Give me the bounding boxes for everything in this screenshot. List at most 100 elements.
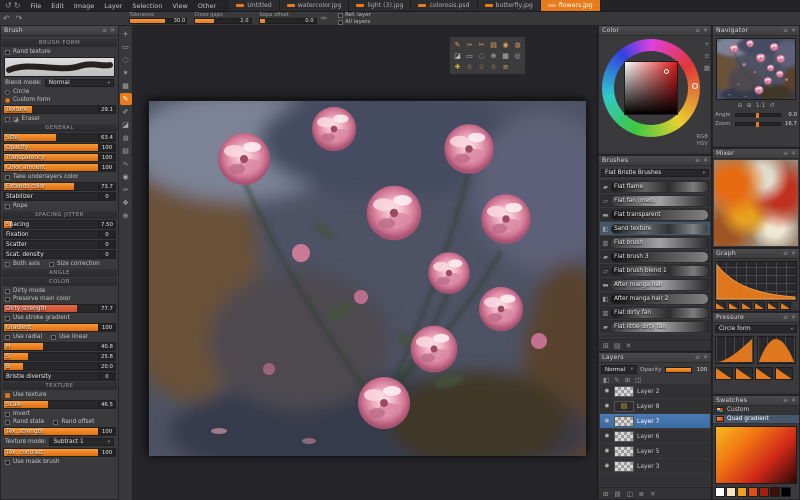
menu-view[interactable]: View xyxy=(167,0,192,11)
hue-marker[interactable] xyxy=(692,83,698,89)
slider-texture[interactable]: Texture29.1 xyxy=(3,105,116,114)
slider-fixation[interactable]: Fixation0 xyxy=(3,230,116,239)
hand-tool[interactable]: ✥ xyxy=(120,197,132,209)
slider-s[interactable]: S25.8 xyxy=(3,352,116,361)
slider-b[interactable]: B20.0 xyxy=(3,362,116,371)
canvas-area[interactable]: ✎✑✂▤◉◍◪▭◌⊕▦◎✚☆☆☆≡ xyxy=(133,25,598,500)
panel-close-icon[interactable]: ✕ xyxy=(703,157,708,164)
zoom-out-icon[interactable]: ⊖ xyxy=(738,102,743,109)
panel-close-icon[interactable]: ✕ xyxy=(791,397,796,404)
menu-file[interactable]: File xyxy=(25,0,46,11)
visibility-eye-icon[interactable]: ◉ xyxy=(603,388,611,394)
lock-pixels-icon[interactable]: ✎ xyxy=(614,376,619,384)
section-color[interactable]: COLOR xyxy=(2,278,117,286)
radio-custom-form[interactable]: Custom form xyxy=(5,96,114,104)
brush-item-after-manga-hair-2[interactable]: ◧After manga hair 2 xyxy=(600,292,710,306)
redo-icon[interactable]: ↷ xyxy=(13,14,26,23)
lock-transparency-icon[interactable]: ◧ xyxy=(603,376,609,384)
history-back-icon[interactable]: ↺ xyxy=(5,1,12,10)
eyedropper-tool[interactable]: ✑ xyxy=(120,184,132,196)
tab-butterfly-jpg[interactable]: butterfly.jpg xyxy=(478,0,541,11)
menu-layer[interactable]: Layer xyxy=(99,0,127,11)
brush-tool[interactable]: ✎ xyxy=(120,93,132,105)
layer-row-layer-7[interactable]: ◉Layer 7 xyxy=(600,414,710,429)
blend-mode-select[interactable]: Normal▾ xyxy=(601,365,637,374)
zoom-100-button[interactable]: 1:1 xyxy=(756,102,766,109)
mini-swatch-1[interactable] xyxy=(726,487,736,497)
section-general[interactable]: GENERAL xyxy=(2,124,117,132)
panel-menu-icon[interactable]: ≡ xyxy=(102,27,107,34)
mini-swatch-0[interactable] xyxy=(715,487,725,497)
menu-selection[interactable]: Selection xyxy=(127,0,167,11)
panel-close-icon[interactable]: ✕ xyxy=(110,27,115,34)
layer-row-layer-5[interactable]: ◉Layer 5 xyxy=(600,444,710,459)
brush-folder-icon[interactable]: ▤ xyxy=(614,342,621,350)
undo-icon[interactable]: ↶ xyxy=(0,14,13,23)
graph-preset[interactable] xyxy=(715,302,726,310)
pressure-form-select[interactable]: Circle form▾ xyxy=(715,324,797,334)
brush-item-flat-brush[interactable]: ▥Flat brush xyxy=(600,236,710,250)
brush-set-select[interactable]: Flat Bristle Brushes▾ xyxy=(601,168,709,178)
new-folder-icon[interactable]: ▤ xyxy=(614,490,620,498)
slider-tex-strength[interactable]: Tex. strength100 xyxy=(3,427,116,436)
slider-scatter[interactable]: Scatter0 xyxy=(3,240,116,249)
hsv-label[interactable]: HSV xyxy=(696,141,708,148)
checkbox-use-texture[interactable]: Use texture xyxy=(5,391,114,399)
tab-watercolor-jpg[interactable]: watercolor.jpg xyxy=(280,0,350,11)
checkbox-rand-offset[interactable]: Rand offset xyxy=(53,418,94,426)
quick-zoom-icon[interactable]: ⊕ xyxy=(488,50,499,61)
slider-size[interactable]: Size63.4 xyxy=(3,133,116,142)
quick-pin-icon[interactable]: ✚ xyxy=(452,61,463,72)
section-texture[interactable]: TEXTURE xyxy=(2,382,117,390)
rotate-reset-icon[interactable]: ↺ xyxy=(769,102,774,109)
slider-spacing[interactable]: Spacing7.50 xyxy=(3,220,116,229)
menu-other[interactable]: Other xyxy=(193,0,221,11)
layer-mask-icon[interactable]: ◫ xyxy=(627,490,633,498)
lasso-tool[interactable]: ◌ xyxy=(120,54,132,66)
mixer-canvas[interactable] xyxy=(714,160,798,246)
new-brush-icon[interactable]: ⊞ xyxy=(603,342,609,350)
toolbar-slider-sepa-offset[interactable]: Sepa offset0.0 xyxy=(259,13,317,24)
pressure-preset[interactable] xyxy=(735,367,753,380)
section-angle[interactable]: ANGLE xyxy=(2,269,117,277)
delete-brush-icon[interactable]: ✕ xyxy=(626,342,632,350)
tab-light-3-jpg[interactable]: light (3).jpg xyxy=(349,0,411,11)
quick-grid-icon[interactable]: ▦ xyxy=(500,50,511,61)
graph-preset[interactable] xyxy=(780,302,791,310)
mini-swatch-4[interactable] xyxy=(759,487,769,497)
pressure-size-curve[interactable] xyxy=(715,336,754,364)
smudge-tool[interactable]: ∿ xyxy=(120,158,132,170)
new-layer-icon[interactable]: ⊞ xyxy=(603,490,608,498)
quick-circle-icon[interactable]: ◎ xyxy=(512,50,523,61)
panel-menu-icon[interactable]: ≡ xyxy=(695,157,700,164)
mini-swatch-2[interactable] xyxy=(737,487,747,497)
layer-row-layer-8[interactable]: ◉▤Layer 8 xyxy=(600,399,710,414)
color-sliders-icon[interactable]: ≡ xyxy=(704,52,710,60)
favorite-star-2[interactable]: ☆ xyxy=(476,61,487,72)
visibility-eye-icon[interactable]: ◉ xyxy=(603,448,611,454)
slider-extends-color[interactable]: Extends color73.7 xyxy=(3,182,116,191)
saturation-brightness-square[interactable] xyxy=(624,61,678,115)
layer-row-layer-6[interactable]: ◉Layer 6 xyxy=(600,429,710,444)
magic-wand-tool[interactable]: ✶ xyxy=(120,67,132,79)
brush-item-flat-flame[interactable]: ▰Flat flame xyxy=(600,180,710,194)
brush-item-after-manga-hair[interactable]: ▬After manga hair xyxy=(600,278,710,292)
pencil-tool[interactable]: ✐ xyxy=(120,106,132,118)
quick-eraser-icon[interactable]: ◪ xyxy=(452,50,463,61)
checkbox-use-linear[interactable]: Use linear xyxy=(51,333,88,341)
quick-pen-icon[interactable]: ✑ xyxy=(464,39,475,50)
menu-edit[interactable]: Edit xyxy=(46,0,69,11)
graph-curve-editor[interactable] xyxy=(715,261,797,301)
panel-close-icon[interactable]: ✕ xyxy=(791,27,796,34)
pressure-preset[interactable] xyxy=(755,367,773,380)
lock-all-icon[interactable]: ◫ xyxy=(635,376,641,384)
pen-settings-icon[interactable]: ✑ xyxy=(317,14,330,23)
toolbar-slider-close-gaps[interactable]: Close gaps2.0 xyxy=(194,13,252,24)
brush-item-flat-fan-med[interactable]: ▱Flat fan (med) xyxy=(600,194,710,208)
panel-close-icon[interactable]: ✕ xyxy=(791,150,796,157)
panel-menu-icon[interactable]: ≡ xyxy=(783,150,788,157)
pressure-preset[interactable] xyxy=(715,367,733,380)
slider-bristle-diversity[interactable]: Bristle diversity0 xyxy=(3,372,116,381)
panel-menu-icon[interactable]: ≡ xyxy=(783,250,788,257)
quick-marquee-icon[interactable]: ▭ xyxy=(464,50,475,61)
